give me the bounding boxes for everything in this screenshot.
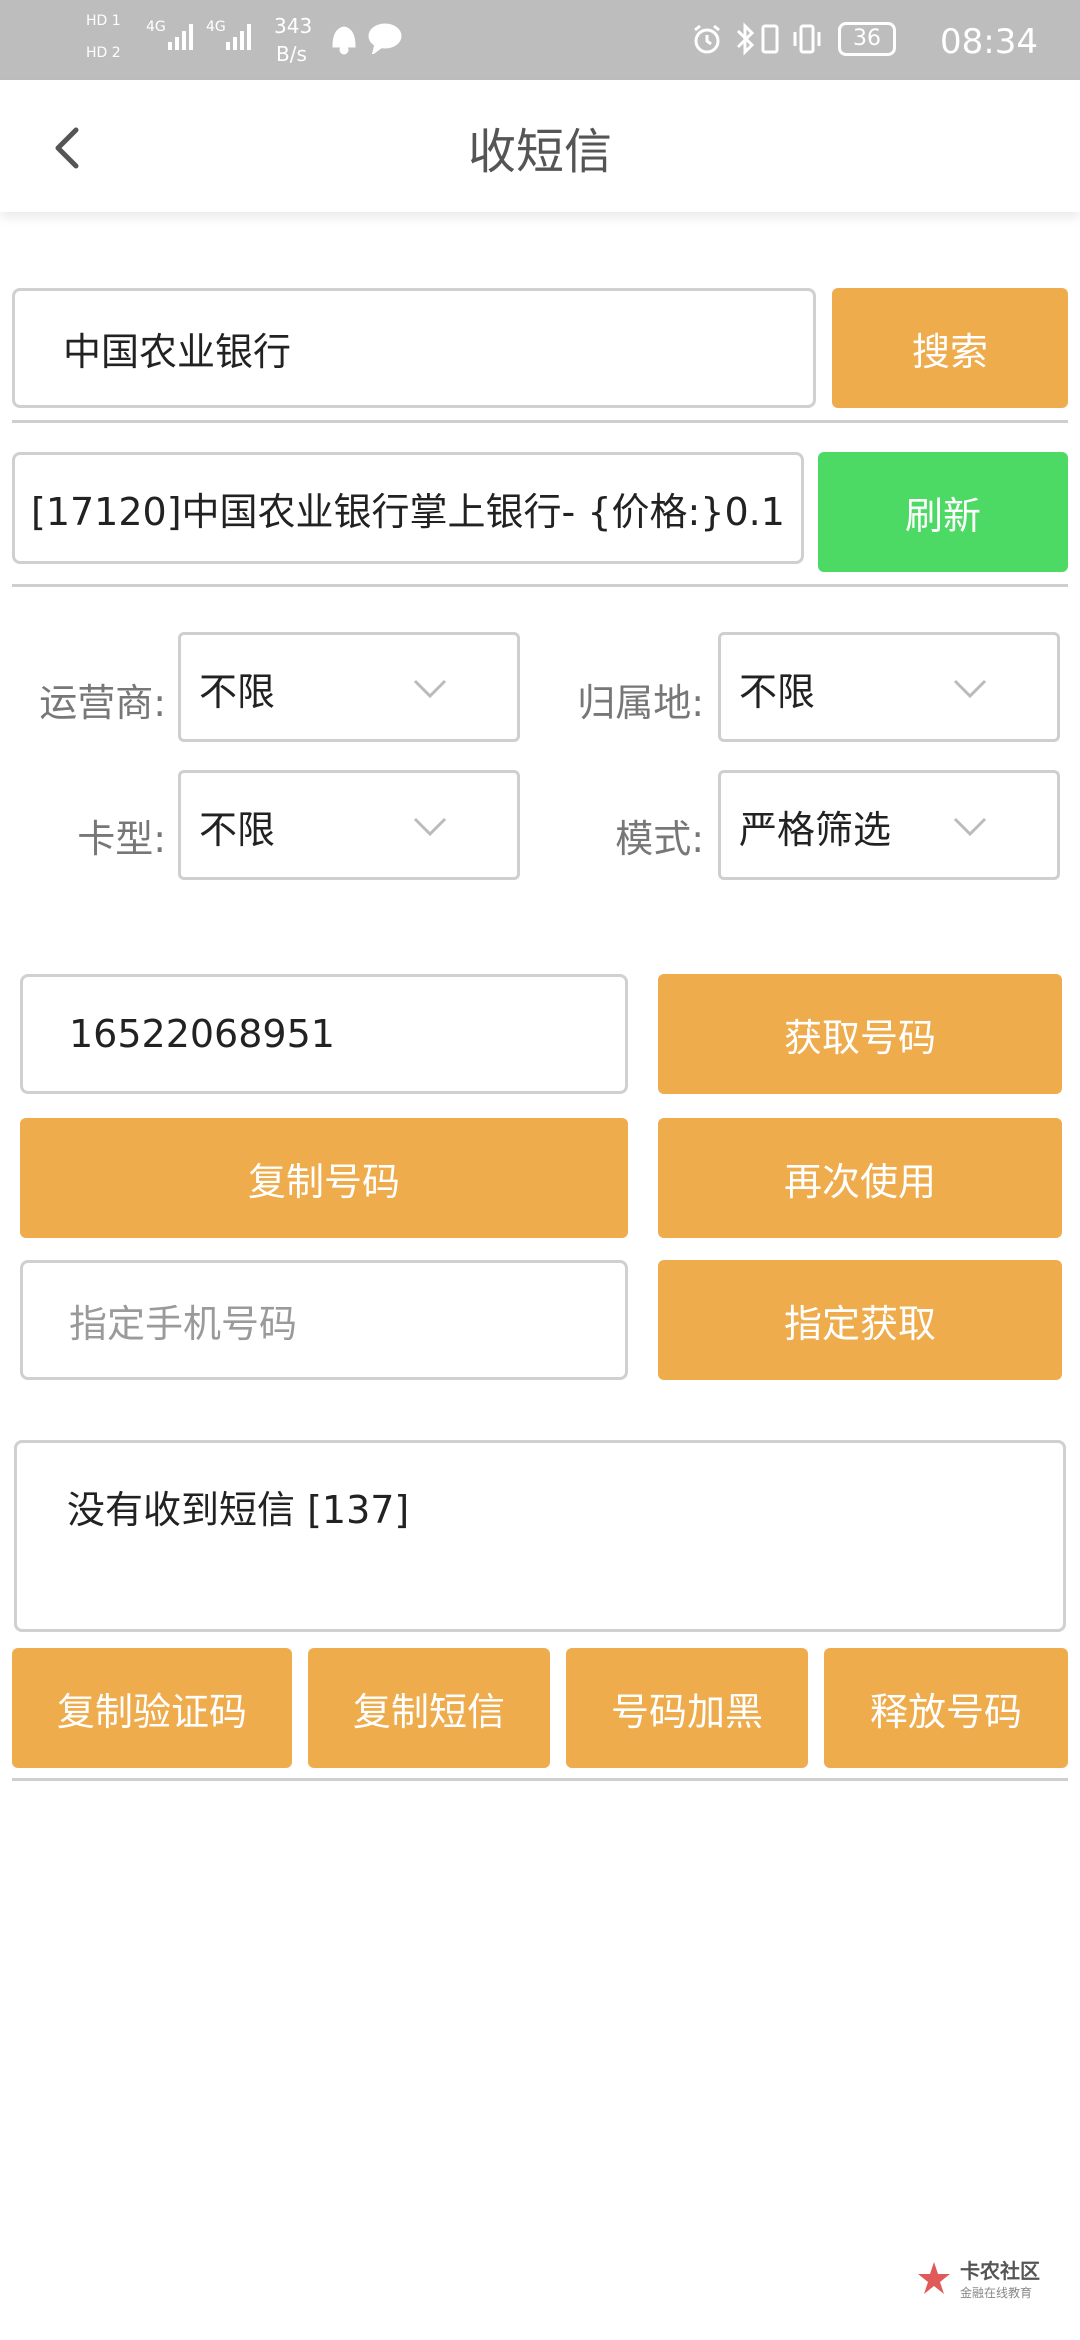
blacklist-number-button[interactable]: 号码加黑 <box>566 1648 808 1768</box>
watermark-subtext: 金融在线教育 <box>960 2286 1033 2300</box>
copy-code-button[interactable]: 复制验证码 <box>12 1648 292 1768</box>
battery-saver-icon <box>761 24 779 54</box>
battery-icon: 36 <box>838 22 896 56</box>
region-value: 不限 <box>739 670 816 714</box>
network-speed-unit: B/s <box>276 42 307 66</box>
divider <box>12 1778 1068 1781</box>
chevron-down-icon <box>953 679 987 699</box>
get-number-button[interactable]: 获取号码 <box>658 974 1062 1094</box>
network-speed-value: 343 <box>274 14 313 38</box>
mode-label: 模式: <box>615 817 704 861</box>
clock: 08:34 <box>940 22 1038 62</box>
vibrate-icon <box>793 24 821 54</box>
bluetooth-icon <box>736 22 755 56</box>
card-type-label: 卡型: <box>77 817 166 861</box>
search-button[interactable]: 搜索 <box>832 288 1068 408</box>
signal-2-icon <box>226 24 251 50</box>
phone-number-value: 16522068951 <box>69 1012 335 1056</box>
project-select-value: [17120]中国农业银行掌上银行- {价格:}0.1 <box>31 489 785 534</box>
watermark: 卡农社区 金融在线教育 <box>916 2255 1040 2301</box>
watermark-text: 卡农社区 <box>960 2259 1040 2283</box>
logo-icon <box>918 2262 950 2294</box>
reuse-number-button[interactable]: 再次使用 <box>658 1118 1062 1238</box>
battery-level: 36 <box>853 26 881 51</box>
notification-bell-icon <box>332 26 356 55</box>
divider <box>12 420 1068 423</box>
sms-message: 没有收到短信 [137] <box>67 1488 410 1532</box>
search-input[interactable]: 中国农业银行 <box>12 288 816 408</box>
chevron-down-icon <box>413 817 447 837</box>
chat-bubble-icon <box>368 23 402 54</box>
release-number-button[interactable]: 释放号码 <box>824 1648 1068 1768</box>
specify-get-button[interactable]: 指定获取 <box>658 1260 1062 1380</box>
sms-content-box[interactable]: 没有收到短信 [137] <box>14 1440 1066 1632</box>
carrier-dropdown[interactable]: 不限 <box>178 632 520 742</box>
copy-number-button[interactable]: 复制号码 <box>20 1118 628 1238</box>
carrier-value: 不限 <box>199 670 276 714</box>
mode-dropdown[interactable]: 严格筛选 <box>718 770 1060 880</box>
copy-sms-button[interactable]: 复制短信 <box>308 1648 550 1768</box>
search-input-value: 中国农业银行 <box>63 329 292 374</box>
divider <box>12 584 1068 587</box>
page-title: 收短信 <box>467 124 612 180</box>
project-select[interactable]: [17120]中国农业银行掌上银行- {价格:}0.1 <box>12 452 804 564</box>
network-type-1: 4G <box>146 19 166 35</box>
specify-number-placeholder: 指定手机号码 <box>69 1301 298 1346</box>
phone-number-field[interactable]: 16522068951 <box>20 974 628 1094</box>
mode-value: 严格筛选 <box>739 808 892 852</box>
network-type-2: 4G <box>206 19 226 35</box>
signal-1-icon <box>168 24 193 50</box>
sim2-hd-label: HD 2 <box>86 45 121 61</box>
card-type-value: 不限 <box>199 808 276 852</box>
chevron-down-icon <box>953 817 987 837</box>
carrier-label: 运营商: <box>39 681 166 725</box>
alarm-icon <box>694 24 720 54</box>
region-label: 归属地: <box>577 681 704 725</box>
refresh-button[interactable]: 刷新 <box>818 452 1068 572</box>
chevron-down-icon <box>413 679 447 699</box>
sim1-hd-label: HD 1 <box>86 13 121 29</box>
region-dropdown[interactable]: 不限 <box>718 632 1060 742</box>
status-bar: HD 1 HD 2 4G 4G 343 B/s 36 08:34 <box>0 0 1080 80</box>
specify-number-input[interactable]: 指定手机号码 <box>20 1260 628 1380</box>
card-type-dropdown[interactable]: 不限 <box>178 770 520 880</box>
